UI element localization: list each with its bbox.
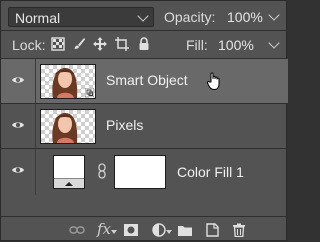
chain-link-icon[interactable] <box>97 163 107 179</box>
portrait-thumbnail-image <box>52 112 78 143</box>
blend-opacity-row: Normal Opacity: 100% <box>8 7 280 27</box>
fill-triangle-icon <box>65 182 73 186</box>
visibility-column <box>1 149 36 195</box>
divider <box>1 216 288 217</box>
move-icon[interactable] <box>92 36 108 52</box>
fx-icon[interactable]: fx <box>97 220 111 238</box>
layer-row-color-fill[interactable]: Color Fill 1 <box>1 149 288 195</box>
eye-icon[interactable] <box>11 164 25 176</box>
lock-transparent-pixels-icon[interactable] <box>50 36 66 52</box>
link-icon[interactable] <box>69 223 85 237</box>
new-layer-icon[interactable] <box>204 223 220 237</box>
layers-toolbar: fx <box>1 218 288 242</box>
layer-row-smart-object[interactable]: Smart Object <box>1 59 288 103</box>
visibility-column <box>1 59 36 103</box>
layer-name[interactable]: Pixels <box>106 117 143 133</box>
blend-mode-value: Normal <box>15 10 61 26</box>
hand-cursor-icon <box>206 72 220 91</box>
brush-icon[interactable] <box>71 36 87 52</box>
fill-chevron-down-icon[interactable] <box>268 37 280 49</box>
pixels-thumbnail[interactable] <box>40 109 96 144</box>
fill-label: Fill: <box>186 37 208 53</box>
fill-value[interactable]: 100% <box>218 37 254 53</box>
folder-icon[interactable] <box>177 223 193 237</box>
layer-name[interactable]: Color Fill 1 <box>177 164 244 180</box>
fx-chevron-icon <box>111 230 117 234</box>
lock-label: Lock: <box>12 37 46 53</box>
adjustment-icon[interactable] <box>151 223 167 237</box>
color-fill-thumbnail[interactable] <box>53 155 85 189</box>
opacity-value[interactable]: 100% <box>227 9 263 25</box>
trash-icon[interactable] <box>231 223 247 237</box>
smart-object-thumbnail[interactable] <box>40 64 96 99</box>
visibility-column <box>1 104 36 148</box>
blend-mode-dropdown[interactable]: Normal <box>8 7 154 27</box>
eye-icon[interactable] <box>11 74 25 86</box>
adjustment-chevron-icon <box>166 230 172 234</box>
opacity-chevron-down-icon[interactable] <box>268 9 280 21</box>
chevron-down-icon <box>137 10 149 22</box>
artboard-icon[interactable] <box>114 36 130 52</box>
divider <box>1 30 288 31</box>
layers-panel: Normal Opacity: 100% Lock: Fill: 100% Sm… <box>0 0 288 242</box>
opacity-label: Opacity: <box>164 9 216 25</box>
smart-object-badge-icon <box>85 88 94 97</box>
layer-name[interactable]: Smart Object <box>106 72 188 88</box>
lock-fill-row: Lock: Fill: 100% <box>8 35 280 55</box>
layer-row-pixels[interactable]: Pixels <box>1 104 288 148</box>
lock-icon[interactable] <box>136 36 152 52</box>
mask-icon[interactable] <box>123 223 139 237</box>
eye-icon[interactable] <box>11 119 25 131</box>
layer-mask-thumbnail[interactable] <box>114 155 166 189</box>
